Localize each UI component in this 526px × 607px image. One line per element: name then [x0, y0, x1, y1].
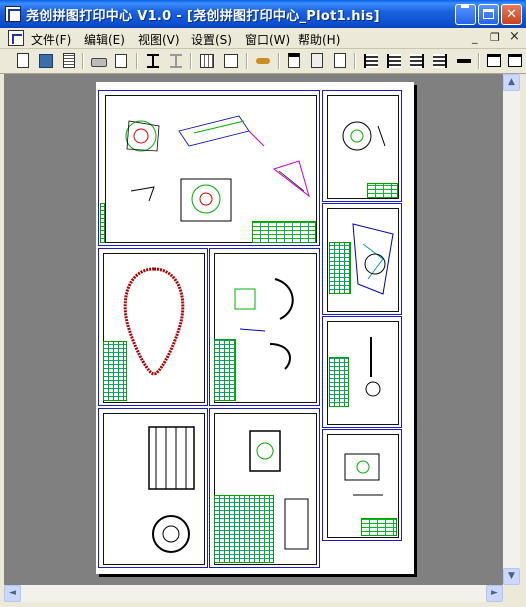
scroll-up-button[interactable]: ▲ [503, 74, 520, 91]
align-left-button[interactable] [362, 52, 380, 70]
copy-icon [311, 53, 323, 68]
arrow-down-icon: ▼ [508, 571, 515, 581]
import-button[interactable] [144, 52, 162, 70]
document-icon[interactable] [8, 30, 24, 46]
mechanical-drawing [365, 337, 381, 397]
mechanical-drawing [234, 278, 294, 370]
align-right-button[interactable] [408, 52, 426, 70]
maximize-icon [483, 9, 494, 19]
drawing-sheet[interactable] [322, 90, 402, 202]
save-button[interactable] [37, 52, 55, 70]
page-setup-button[interactable] [285, 52, 303, 70]
page-setup-icon [288, 53, 300, 68]
mdi-restore-button[interactable]: ❐ [490, 31, 500, 44]
close-icon: ✕ [506, 7, 517, 22]
close-view-button[interactable] [506, 52, 524, 70]
mechanical-drawing [125, 115, 310, 222]
link-icon [256, 58, 270, 64]
toolbar [0, 49, 526, 74]
properties-icon [63, 53, 75, 68]
link-button[interactable] [254, 52, 272, 70]
refresh-button[interactable] [222, 52, 240, 70]
scroll-down-button[interactable]: ▼ [503, 568, 520, 585]
toolbar-separator [190, 53, 192, 69]
menu-window[interactable]: 窗口(W) [245, 31, 290, 48]
menu-settings[interactable]: 设置(S) [191, 31, 232, 48]
menu-edit[interactable]: 编辑(E) [84, 31, 125, 48]
minimize-icon [461, 5, 469, 8]
grid-icon [200, 54, 214, 68]
align-left-icon [364, 54, 378, 68]
mechanical-drawing [344, 453, 383, 496]
drawing-sheet[interactable] [209, 248, 320, 406]
arrow-left-icon: ◄ [9, 588, 16, 598]
print-preview-icon [115, 54, 127, 68]
close-view-icon [508, 54, 522, 67]
drawing-sheet[interactable] [98, 408, 208, 568]
mdi-close-button[interactable]: × [509, 29, 520, 44]
window-title: 尧创拼图打印中心 V1.0 - [尧创拼图打印中心_Plot1.his] [26, 9, 380, 24]
menu-view[interactable]: 视图(V) [138, 31, 180, 48]
move-button[interactable] [455, 52, 473, 70]
drawing-sheet[interactable] [322, 316, 402, 428]
properties-button[interactable] [60, 52, 78, 70]
minimize-button[interactable] [455, 4, 476, 25]
distribute-button[interactable] [431, 52, 449, 70]
close-button[interactable]: ✕ [501, 4, 522, 25]
drawing-sheet[interactable] [209, 408, 320, 568]
title-bar: 尧创拼图打印中心 V1.0 - [尧创拼图打印中心_Plot1.his] ✕ [0, 0, 526, 28]
mechanical-drawing [123, 267, 185, 376]
drawing-sheet[interactable] [322, 203, 402, 315]
mechanical-drawing [249, 430, 309, 550]
maximize-button[interactable] [478, 4, 499, 25]
paste-button[interactable] [331, 52, 349, 70]
horizontal-scrollbar[interactable]: ◄ ► [4, 585, 503, 602]
app-icon[interactable] [5, 6, 21, 22]
paste-icon [334, 53, 346, 68]
arrow-up-icon: ▲ [508, 77, 515, 87]
toolbar-separator [136, 53, 138, 69]
window-icon [487, 54, 501, 67]
mdi-minimize-button[interactable]: _ [472, 31, 478, 44]
move-icon [457, 59, 471, 63]
menu-bar: 文件(F) 编辑(E) 视图(V) 设置(S) 窗口(W) 帮助(H) _ ❐ … [0, 28, 526, 49]
distribute-icon [433, 54, 447, 68]
scroll-right-button[interactable]: ► [486, 585, 503, 602]
mechanical-drawing [342, 121, 386, 151]
toolbar-separator [246, 53, 248, 69]
print-preview-button[interactable] [113, 52, 131, 70]
menu-file[interactable]: 文件(F) [31, 31, 71, 48]
arrow-right-icon: ► [491, 588, 498, 598]
scrollbar-corner [503, 585, 520, 602]
refresh-icon [224, 54, 238, 68]
vertical-scrollbar[interactable]: ▲ ▼ [503, 74, 520, 585]
drawing-sheet[interactable] [98, 248, 208, 406]
print-paper[interactable] [96, 82, 414, 574]
mechanical-drawing [148, 426, 195, 553]
print-button[interactable] [90, 52, 108, 70]
new-icon [17, 53, 29, 68]
grid-button[interactable] [198, 52, 216, 70]
copy-button[interactable] [308, 52, 326, 70]
export-icon [170, 54, 182, 68]
align-center-button[interactable] [385, 52, 403, 70]
align-right-icon [410, 54, 424, 68]
menu-help[interactable]: 帮助(H) [298, 31, 340, 48]
toolbar-separator [82, 53, 84, 69]
scroll-left-button[interactable]: ◄ [4, 585, 21, 602]
drawing-sheet[interactable] [98, 90, 320, 246]
window-button[interactable] [485, 52, 503, 70]
drawing-sheet[interactable] [322, 429, 402, 541]
toolbar-separator [278, 53, 280, 69]
export-button[interactable] [167, 52, 185, 70]
save-icon [39, 54, 53, 68]
toolbar-separator [478, 53, 480, 69]
print-icon [91, 58, 107, 67]
mechanical-drawing [352, 223, 394, 295]
new-button[interactable] [14, 52, 32, 70]
align-center-icon [387, 54, 401, 68]
import-icon [147, 54, 159, 68]
toolbar-separator [354, 53, 356, 69]
